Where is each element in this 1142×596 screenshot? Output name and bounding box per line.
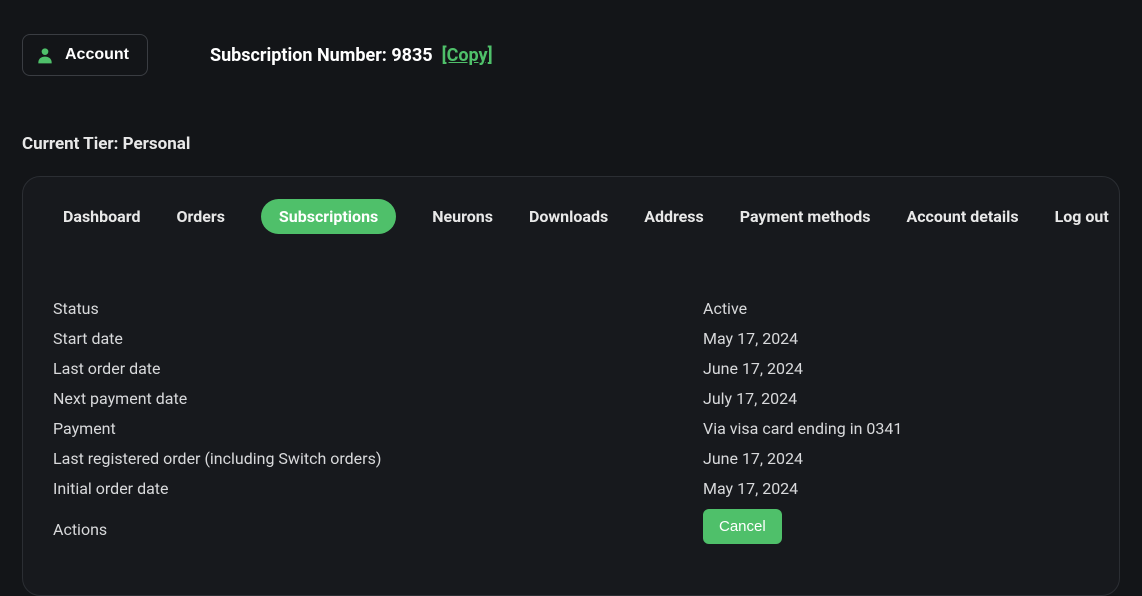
- account-button-label: Account: [65, 46, 129, 64]
- start-date-label: Start date: [53, 329, 703, 348]
- last-order-value: June 17, 2024: [703, 359, 803, 378]
- actions-label: Actions: [53, 514, 703, 539]
- initial-order-label: Initial order date: [53, 479, 703, 498]
- next-payment-value: July 17, 2024: [703, 389, 797, 408]
- status-label: Status: [53, 299, 703, 318]
- subscription-label: Subscription Number:: [210, 45, 391, 66]
- tab-subscriptions[interactable]: Subscriptions: [261, 199, 396, 234]
- tab-dashboard[interactable]: Dashboard: [63, 207, 140, 226]
- account-button[interactable]: Account: [22, 34, 148, 76]
- row-actions: Actions Cancel: [53, 509, 1089, 544]
- tab-orders[interactable]: Orders: [176, 207, 224, 226]
- next-payment-label: Next payment date: [53, 389, 703, 408]
- row-last-registered: Last registered order (including Switch …: [53, 449, 1089, 468]
- tab-payment-methods[interactable]: Payment methods: [740, 207, 871, 226]
- row-start-date: Start date May 17, 2024: [53, 329, 1089, 348]
- tab-neurons[interactable]: Neurons: [432, 207, 493, 226]
- row-initial-order: Initial order date May 17, 2024: [53, 479, 1089, 498]
- payment-label: Payment: [53, 419, 703, 438]
- subscription-number: 9835: [391, 45, 432, 66]
- tab-log-out[interactable]: Log out: [1055, 207, 1109, 226]
- last-order-label: Last order date: [53, 359, 703, 378]
- subscription-title: Subscription Number: 9835 [Copy]: [210, 45, 493, 66]
- last-registered-label: Last registered order (including Switch …: [53, 449, 703, 468]
- copy-link[interactable]: [Copy]: [442, 45, 493, 66]
- tab-address[interactable]: Address: [644, 207, 704, 226]
- tabs: Dashboard Orders Subscriptions Neurons D…: [23, 177, 1119, 261]
- last-registered-value: June 17, 2024: [703, 449, 803, 468]
- tab-downloads[interactable]: Downloads: [529, 207, 608, 226]
- start-date-value: May 17, 2024: [703, 329, 798, 348]
- cancel-button[interactable]: Cancel: [703, 509, 782, 544]
- row-payment: Payment Via visa card ending in 0341: [53, 419, 1089, 438]
- initial-order-value: May 17, 2024: [703, 479, 798, 498]
- row-status: Status Active: [53, 299, 1089, 318]
- account-panel: Dashboard Orders Subscriptions Neurons D…: [22, 176, 1120, 596]
- tier-value: Personal: [123, 134, 191, 154]
- payment-value: Via visa card ending in 0341: [703, 419, 902, 438]
- status-value: Active: [703, 299, 747, 318]
- row-last-order: Last order date June 17, 2024: [53, 359, 1089, 378]
- subscription-details: Status Active Start date May 17, 2024 La…: [23, 261, 1119, 544]
- row-next-payment: Next payment date July 17, 2024: [53, 389, 1089, 408]
- user-icon: [35, 45, 55, 65]
- current-tier: Current Tier: Personal: [22, 134, 1142, 154]
- tab-account-details[interactable]: Account details: [906, 207, 1018, 226]
- tier-label: Current Tier:: [22, 134, 123, 154]
